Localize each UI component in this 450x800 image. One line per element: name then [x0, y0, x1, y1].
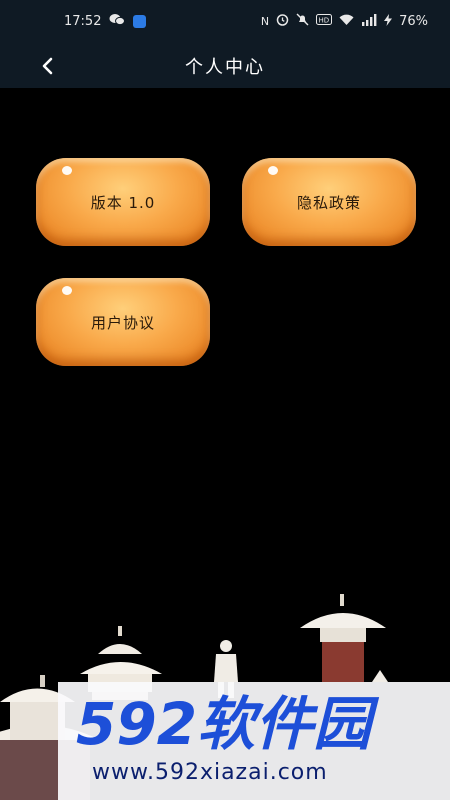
- page-title: 个人中心: [185, 57, 265, 78]
- signal-icon: [361, 13, 377, 30]
- mute-icon: [296, 13, 309, 30]
- nav-bar: 个人中心: [0, 44, 450, 88]
- privacy-policy-button[interactable]: 隐私政策: [242, 158, 416, 246]
- nfc-icon: N: [260, 14, 270, 28]
- status-time: 17:52: [64, 14, 102, 29]
- watermark-logo: 592软件园: [76, 692, 380, 754]
- user-agreement-button[interactable]: 用户协议: [36, 278, 210, 366]
- status-bar: 17:52 N HD 76%: [0, 0, 450, 44]
- status-left: 17:52: [64, 13, 147, 30]
- svg-text:HD: HD: [319, 17, 330, 25]
- charging-icon: [384, 13, 393, 30]
- wechat-icon: [109, 13, 126, 30]
- watermark-logo-text: 592软件园: [76, 692, 380, 754]
- hd-icon: HD: [316, 14, 333, 29]
- battery-level: 76%: [399, 14, 428, 29]
- status-right: N HD 76%: [261, 13, 428, 30]
- privacy-policy-button-label: 隐私政策: [296, 193, 361, 212]
- alarm-icon: [276, 13, 289, 30]
- watermark-url: www.592xiazai.com: [92, 760, 328, 785]
- back-button[interactable]: [34, 52, 62, 80]
- app-badge-icon: [133, 15, 147, 28]
- version-button[interactable]: 版本 1.0: [36, 158, 210, 246]
- version-button-label: 版本 1.0: [90, 193, 156, 212]
- user-agreement-button-label: 用户协议: [90, 313, 155, 332]
- wifi-icon: [339, 14, 354, 30]
- chevron-left-icon: [42, 57, 53, 75]
- right-tower-pagoda: [300, 594, 388, 682]
